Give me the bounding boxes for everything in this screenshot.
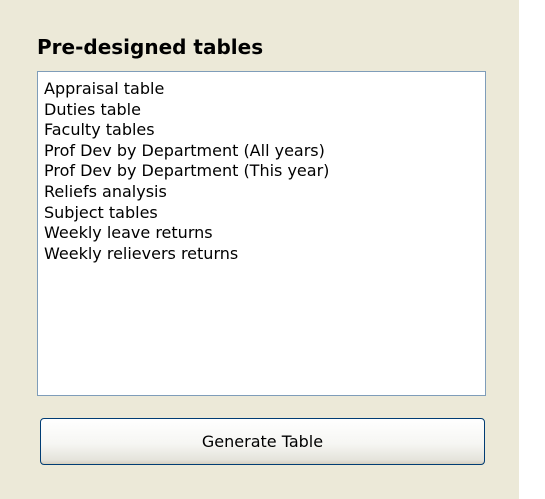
generate-table-button[interactable]: Generate Table — [40, 418, 485, 465]
list-item-prof-dev-this-year[interactable]: Prof Dev by Department (This year) — [44, 161, 485, 182]
panel-title: Pre-designed tables — [37, 35, 264, 59]
list-item-appraisal-table[interactable]: Appraisal table — [44, 79, 485, 100]
list-item-weekly-leave-returns[interactable]: Weekly leave returns — [44, 223, 485, 244]
list-item-subject-tables[interactable]: Subject tables — [44, 203, 485, 224]
pre-designed-tables-panel: Pre-designed tables Appraisal table Duti… — [0, 0, 519, 499]
tables-listbox[interactable]: Appraisal table Duties table Faculty tab… — [37, 71, 486, 396]
list-item-faculty-tables[interactable]: Faculty tables — [44, 120, 485, 141]
list-item-prof-dev-all-years[interactable]: Prof Dev by Department (All years) — [44, 141, 485, 162]
list-item-weekly-relievers-returns[interactable]: Weekly relievers returns — [44, 244, 485, 265]
window-edge — [519, 0, 545, 499]
list-item-reliefs-analysis[interactable]: Reliefs analysis — [44, 182, 485, 203]
list-item-duties-table[interactable]: Duties table — [44, 100, 485, 121]
